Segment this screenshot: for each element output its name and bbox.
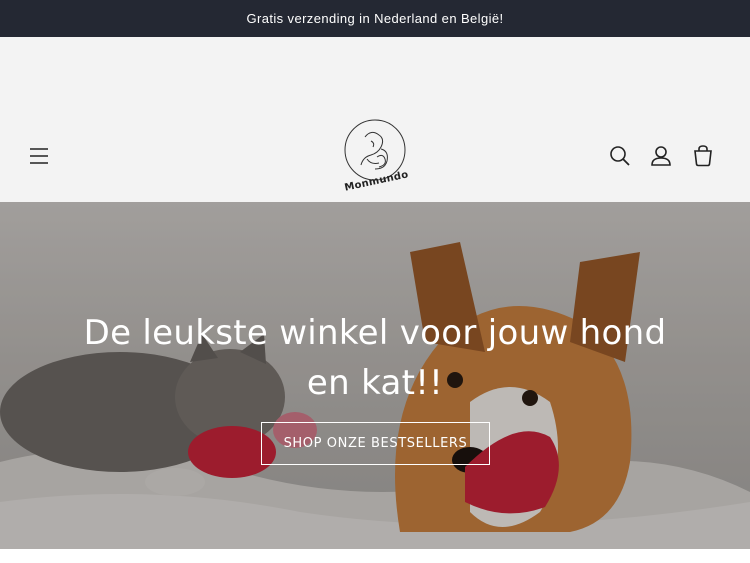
announcement-text: Gratis verzending in Nederland en België… xyxy=(246,11,504,26)
hero-title: De leukste winkel voor jouw hond en kat!… xyxy=(83,313,667,403)
shop-bestsellers-button[interactable]: SHOP ONZE BESTSELLERS xyxy=(261,422,490,465)
cart-icon[interactable] xyxy=(690,143,716,169)
announcement-bar: Gratis verzending in Nederland en België… xyxy=(0,0,750,37)
account-icon[interactable] xyxy=(648,143,674,169)
site-header: Monmundo xyxy=(0,37,750,202)
search-icon[interactable] xyxy=(607,143,633,169)
menu-icon[interactable] xyxy=(26,143,52,169)
page-background xyxy=(0,549,750,563)
hero-banner: De leukste winkel voor jouw hond en kat!… xyxy=(0,202,750,549)
